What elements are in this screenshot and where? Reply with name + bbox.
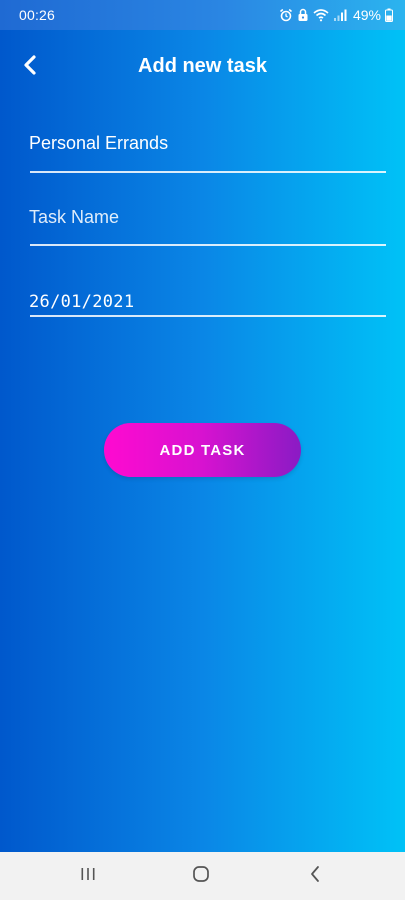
task-name-placeholder: Task Name bbox=[29, 207, 120, 227]
app-screen: 00:26 49% Add new task Personal Errands … bbox=[0, 0, 405, 900]
signal-icon bbox=[333, 8, 347, 22]
task-name-input[interactable]: Task Name bbox=[29, 207, 386, 251]
system-nav-bar bbox=[0, 852, 405, 900]
page-title: Add new task bbox=[138, 55, 267, 77]
back-icon bbox=[308, 865, 322, 888]
system-back-button[interactable] bbox=[295, 862, 335, 890]
wifi-icon bbox=[313, 8, 329, 22]
date-underline bbox=[30, 315, 386, 317]
battery-percentage: 49% bbox=[352, 7, 381, 23]
status-bar: 00:26 49% bbox=[0, 0, 405, 30]
status-icons: 49% bbox=[279, 6, 393, 24]
category-field[interactable]: Personal Errands bbox=[29, 133, 386, 177]
date-value: 26/01/2021 bbox=[29, 292, 135, 312]
category-underline bbox=[30, 171, 386, 173]
alarm-icon bbox=[279, 8, 293, 22]
lock-icon bbox=[297, 8, 309, 22]
recents-icon bbox=[79, 866, 97, 887]
app-header: Add new task bbox=[0, 45, 405, 89]
home-icon bbox=[192, 865, 210, 888]
date-field[interactable]: 26/01/2021 bbox=[29, 292, 386, 322]
battery-icon bbox=[385, 8, 393, 22]
task-name-underline bbox=[30, 244, 386, 246]
category-value: Personal Errands bbox=[29, 133, 169, 153]
status-time: 00:26 bbox=[19, 7, 56, 23]
home-button[interactable] bbox=[181, 862, 221, 890]
add-task-button[interactable]: ADD TASK bbox=[104, 423, 301, 477]
recents-button[interactable] bbox=[68, 862, 108, 890]
add-task-label: ADD TASK bbox=[159, 441, 246, 459]
